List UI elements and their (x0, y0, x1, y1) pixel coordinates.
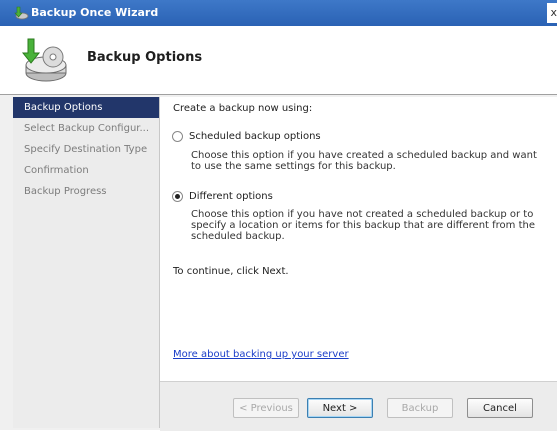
continue-instruction: To continue, click Next. (173, 266, 289, 277)
prompt-text: Create a backup now using: (173, 103, 313, 114)
wizard-steps-nav: Backup Options Select Backup Configur...… (13, 97, 160, 428)
nav-step-backup-options[interactable]: Backup Options (13, 97, 159, 118)
previous-button[interactable]: < Previous (233, 398, 299, 418)
scheduled-options-radio[interactable]: Scheduled backup options (172, 131, 321, 142)
wizard-header: Backup Options (0, 26, 557, 95)
button-bar: < Previous Next > Backup Cancel (160, 381, 557, 431)
radio-label[interactable]: Different options (189, 191, 273, 202)
radio-button[interactable] (172, 131, 183, 142)
help-link[interactable]: More about backing up your server (173, 349, 349, 360)
radio-button-selected[interactable] (172, 191, 183, 202)
next-button[interactable]: Next > (307, 398, 373, 418)
wizard-content: Create a backup now using: Scheduled bac… (160, 97, 557, 381)
different-options-radio[interactable]: Different options (172, 191, 273, 202)
backup-disk-icon (21, 38, 67, 82)
nav-step-select-backup-configuration[interactable]: Select Backup Configur... (13, 118, 159, 139)
option-description: Choose this option if you have not creat… (191, 209, 536, 242)
nav-step-confirmation[interactable]: Confirmation (13, 160, 159, 181)
cancel-button[interactable]: Cancel (467, 398, 533, 418)
backup-once-wizard-window: Backup Once Wizard x Backup Options Back… (0, 0, 557, 431)
title-bar[interactable]: Backup Once Wizard x (0, 0, 557, 26)
backup-app-icon (14, 6, 29, 20)
radio-label[interactable]: Scheduled backup options (189, 131, 321, 142)
nav-step-backup-progress[interactable]: Backup Progress (13, 181, 159, 202)
option-description: Choose this option if you have created a… (191, 150, 537, 172)
nav-step-specify-destination-type[interactable]: Specify Destination Type (13, 139, 159, 160)
backup-button[interactable]: Backup (387, 398, 453, 418)
page-title: Backup Options (87, 50, 203, 65)
close-button[interactable]: x (547, 3, 557, 23)
window-title: Backup Once Wizard (31, 6, 159, 19)
